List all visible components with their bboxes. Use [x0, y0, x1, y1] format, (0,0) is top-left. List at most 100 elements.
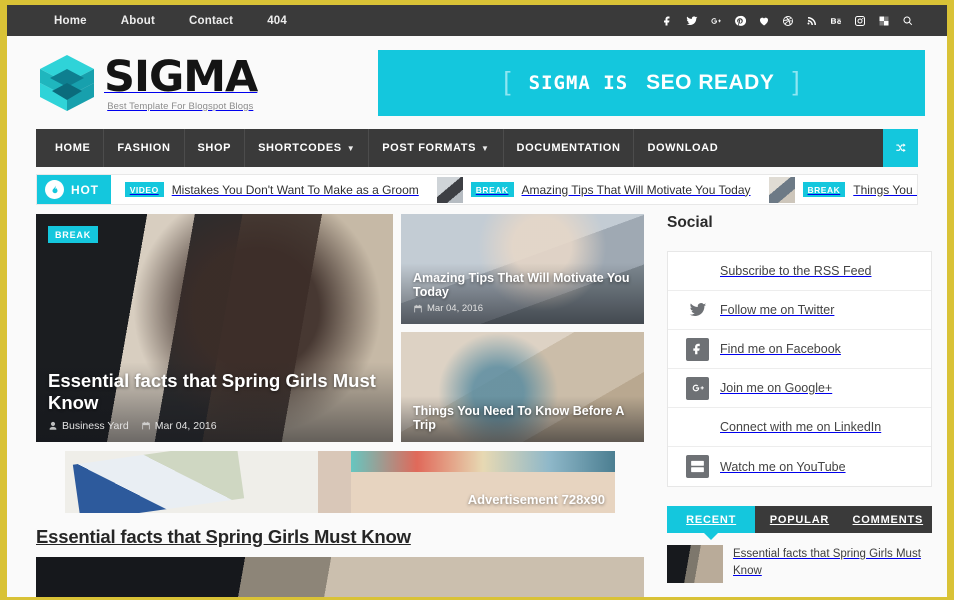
ticker-item[interactable]: BREAK Things You Need To Know Before A: [751, 176, 917, 203]
banner-bracket-left: [: [503, 65, 511, 96]
social-link-label: Connect with me on LinkedIn: [720, 420, 882, 434]
nav-item-post-formats[interactable]: POST FORMATS ▼: [369, 129, 504, 167]
featured-title: Essential facts that Spring Girls Must K…: [48, 370, 376, 413]
rss-icon[interactable]: [801, 10, 823, 32]
social-link-label: Watch me on YouTube: [720, 459, 846, 474]
nav-label: FASHION: [117, 142, 171, 154]
logo-title: SIGMA: [104, 51, 258, 102]
social-link-facebook[interactable]: Find me on Facebook: [668, 330, 931, 369]
tab-list-item[interactable]: Essential facts that Spring Girls Must K…: [667, 533, 932, 583]
social-link-linkedin[interactable]: Connect with me on LinkedIn: [668, 408, 931, 447]
ticker-title: Mistakes You Don't Want To Make as a Gro…: [171, 182, 419, 197]
nav-label: DOCUMENTATION: [516, 142, 621, 154]
facebook-icon: [686, 337, 709, 361]
ticker-badge: BREAK: [802, 182, 846, 197]
ticker-badge: BREAK: [470, 182, 514, 197]
nav-item-shortcodes[interactable]: SHORTCODES ▼: [245, 129, 370, 167]
instagram-icon[interactable]: [849, 10, 871, 32]
calendar-icon: [141, 421, 150, 430]
ticker-title: Amazing Tips That Will Motivate You Toda…: [521, 182, 751, 197]
featured-title: Things You Need To Know Before A Trip: [413, 404, 624, 432]
featured-post-large[interactable]: BREAK Essential facts that Spring Girls …: [36, 214, 393, 442]
google-plus-icon: [686, 376, 709, 400]
header-banner[interactable]: [ SIGMA IS SEO READY ]: [378, 49, 925, 116]
post-date-text: Mar 04, 2016: [427, 303, 483, 314]
post-category-badge: BREAK: [48, 226, 99, 243]
twitter-icon: [686, 299, 709, 322]
user-icon: [49, 421, 57, 430]
chevron-down-icon: ▼: [346, 143, 356, 153]
page-frame: Home About Contact 404 SIGMA Best Templa…: [7, 5, 947, 597]
sidebar: Social Subscribe to the RSS Feed Follow …: [667, 214, 932, 597]
top-bar: Home About Contact 404: [7, 5, 947, 36]
topnav-item-contact[interactable]: Contact: [172, 15, 250, 27]
nav-label: SHORTCODES: [258, 142, 342, 154]
social-link-twitter[interactable]: Follow me on Twitter: [668, 291, 931, 330]
featured-grid: BREAK Essential facts that Spring Girls …: [36, 214, 644, 442]
calendar-icon: [414, 304, 422, 312]
ticker-item[interactable]: VIDEO Mistakes You Don't Want To Make as…: [111, 182, 419, 197]
post-date: Mar 04, 2016: [141, 420, 217, 432]
top-social-icons: [657, 10, 937, 32]
advertisement-label: Advertisement 728x90: [467, 492, 605, 507]
main-column: BREAK Essential facts that Spring Girls …: [36, 214, 644, 597]
nav-item-fashion[interactable]: FASHION: [104, 129, 185, 167]
heart-icon[interactable]: [753, 10, 775, 32]
ticker-hot-label: HOT: [71, 182, 99, 197]
widget-title-social: Social: [667, 214, 932, 240]
social-link-label: Join me on Google+: [720, 381, 833, 395]
post-featured-image: [36, 557, 644, 597]
topnav-item-404[interactable]: 404: [250, 15, 304, 27]
post-date: Mar 04, 2016: [413, 303, 483, 314]
advertisement-banner[interactable]: Advertisement 728x90: [36, 451, 644, 513]
content-area: BREAK Essential facts that Spring Girls …: [36, 214, 932, 597]
logo-tagline: Best Template For Blogspot Blogs: [107, 100, 254, 112]
social-link-label: Subscribe to the RSS Feed: [720, 264, 872, 278]
twitter-icon[interactable]: [681, 10, 703, 32]
site-logo[interactable]: SIGMA Best Template For Blogspot Blogs: [36, 53, 366, 113]
banner-text-bold: SIGMA IS: [528, 71, 629, 94]
ticker-hot-badge: HOT: [37, 175, 111, 204]
social-link-googleplus[interactable]: Join me on Google+: [668, 369, 931, 408]
featured-meta: Mar 04, 2016: [413, 303, 632, 314]
random-post-icon[interactable]: [883, 129, 918, 167]
ticker-thumbnail: [768, 176, 795, 203]
topnav-item-home[interactable]: Home: [37, 15, 104, 27]
topnav-item-about[interactable]: About: [104, 15, 172, 27]
post-date-text: Mar 04, 2016: [154, 420, 217, 432]
ticker-item[interactable]: BREAK Amazing Tips That Will Motivate Yo…: [419, 176, 751, 203]
banner-bracket-right: ]: [792, 65, 800, 96]
tab-recent[interactable]: RECENT: [667, 506, 756, 540]
news-ticker: HOT VIDEO Mistakes You Don't Want To Mak…: [36, 174, 918, 205]
nav-label: HOME: [55, 142, 91, 154]
delicious-icon[interactable]: [873, 10, 895, 32]
nav-label: DOWNLOAD: [647, 142, 719, 154]
nav-item-documentation[interactable]: DOCUMENTATION: [504, 129, 635, 167]
facebook-icon[interactable]: [657, 10, 679, 32]
pinterest-icon[interactable]: [729, 10, 751, 32]
youtube-icon: [686, 455, 709, 478]
site-header: SIGMA Best Template For Blogspot Blogs […: [7, 36, 947, 129]
dribbble-icon[interactable]: [777, 10, 799, 32]
sidebar-tabs: RECENT POPULAR COMMENTS: [667, 506, 932, 540]
ticker-badge: VIDEO: [124, 182, 164, 197]
nav-item-home[interactable]: HOME: [42, 129, 105, 167]
social-link-youtube[interactable]: Watch me on YouTube: [668, 447, 931, 486]
tab-item-title: Essential facts that Spring Girls Must K…: [733, 548, 921, 577]
featured-post-small[interactable]: Amazing Tips That Will Motivate You Toda…: [401, 214, 644, 324]
google-plus-icon[interactable]: [705, 10, 727, 32]
chevron-down-icon: ▼: [481, 143, 490, 153]
social-link-rss[interactable]: Subscribe to the RSS Feed: [668, 252, 931, 291]
ticker-thumbnail: [436, 176, 463, 203]
tab-popular[interactable]: POPULAR: [755, 506, 843, 533]
nav-item-shop[interactable]: SHOP: [185, 129, 246, 167]
search-icon[interactable]: [897, 10, 919, 32]
behance-icon[interactable]: [825, 10, 847, 32]
tab-comments[interactable]: COMMENTS: [844, 506, 932, 533]
post-author: Business Yard: [48, 420, 129, 432]
top-navigation: Home About Contact 404: [37, 15, 304, 27]
post-title[interactable]: Essential facts that Spring Girls Must K…: [36, 526, 411, 547]
nav-item-download[interactable]: DOWNLOAD: [634, 129, 731, 167]
nav-label: POST FORMATS: [382, 142, 477, 154]
featured-post-small[interactable]: Things You Need To Know Before A Trip: [401, 332, 644, 442]
